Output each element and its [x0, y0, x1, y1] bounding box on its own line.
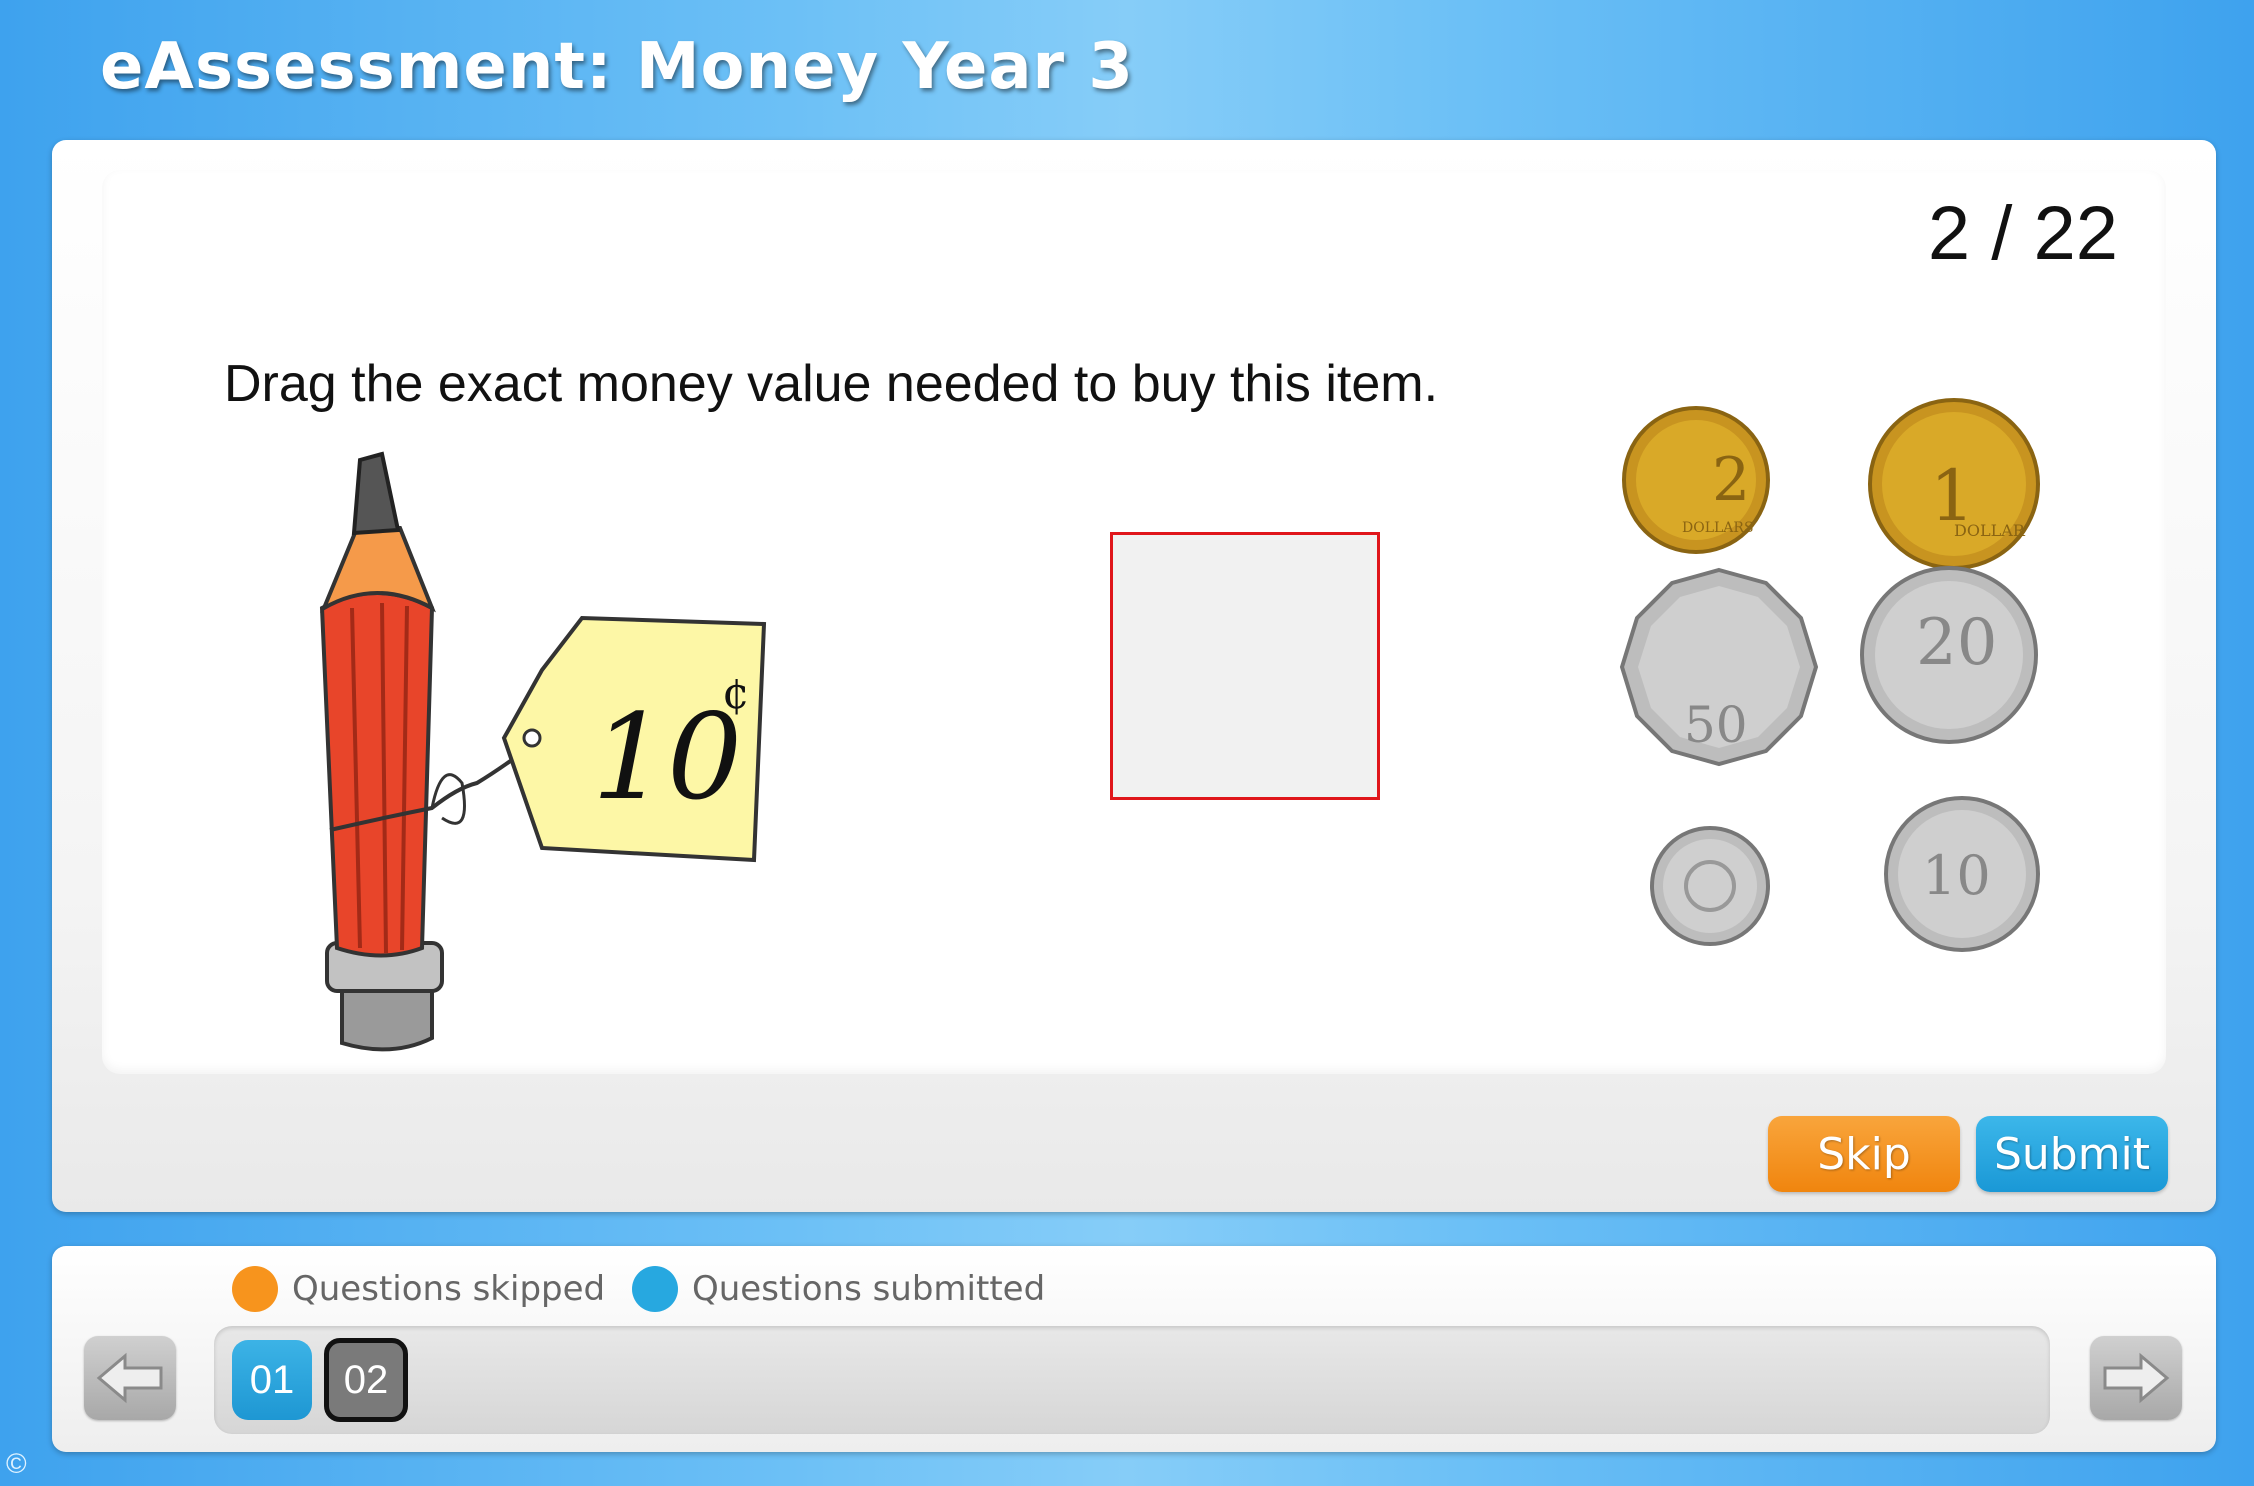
legend-submitted: Questions submitted [632, 1266, 1045, 1312]
svg-text:50: 50 [1684, 696, 1748, 754]
answer-drop-zone[interactable] [1110, 532, 1380, 800]
coin-ten-cent[interactable]: 10 [1882, 794, 2042, 954]
pencil-item-image: 10 ¢ [282, 438, 902, 1068]
coin-one-dollar[interactable]: 1 DOLLAR [1866, 396, 2042, 572]
price-tag-symbol: ¢ [722, 668, 750, 719]
svg-text:DOLLAR: DOLLAR [1954, 521, 2026, 540]
app-title: eAssessment: Money Year 3 [100, 30, 1134, 104]
submitted-dot-icon [632, 1266, 678, 1312]
legend-skipped: Questions skipped [232, 1266, 605, 1312]
legend-submitted-label: Questions submitted [692, 1269, 1046, 1309]
svg-text:20: 20 [1916, 606, 1997, 680]
question-chip-02[interactable]: 02 [324, 1338, 408, 1422]
skipped-dot-icon [232, 1266, 278, 1312]
next-question-button[interactable] [2090, 1336, 2182, 1420]
left-arrow-icon [96, 1352, 163, 1404]
coin-fifty-cent[interactable]: 50 [1618, 566, 1820, 768]
question-prompt: Drag the exact money value needed to buy… [224, 355, 1439, 413]
coin-two-dollar[interactable]: 2 DOLLARS [1620, 404, 1772, 556]
price-tag-value: 10 [592, 688, 742, 826]
coin-twenty-cent[interactable]: 20 [1858, 564, 2040, 746]
svg-text:10: 10 [1922, 844, 1991, 907]
question-panel: 2 / 22 Drag the exact money value needed… [52, 140, 2216, 1212]
coin-five-cent[interactable] [1648, 824, 1772, 948]
skip-button[interactable]: Skip [1768, 1116, 1960, 1192]
question-chip-01[interactable]: 01 [232, 1340, 312, 1420]
question-navigation-panel: Questions skipped Questions submitted 01… [52, 1246, 2216, 1452]
question-card: 2 / 22 Drag the exact money value needed… [102, 170, 2166, 1074]
right-arrow-icon [2103, 1352, 2170, 1404]
previous-question-button[interactable] [84, 1336, 176, 1420]
copyright-icon: © [6, 1448, 27, 1479]
submit-button[interactable]: Submit [1976, 1116, 2168, 1192]
svg-text:DOLLARS: DOLLARS [1682, 520, 1754, 536]
question-track [214, 1326, 2050, 1434]
legend-skipped-label: Questions skipped [292, 1269, 606, 1309]
svg-text:2: 2 [1712, 445, 1750, 515]
question-counter: 2 / 22 [1927, 191, 2118, 276]
